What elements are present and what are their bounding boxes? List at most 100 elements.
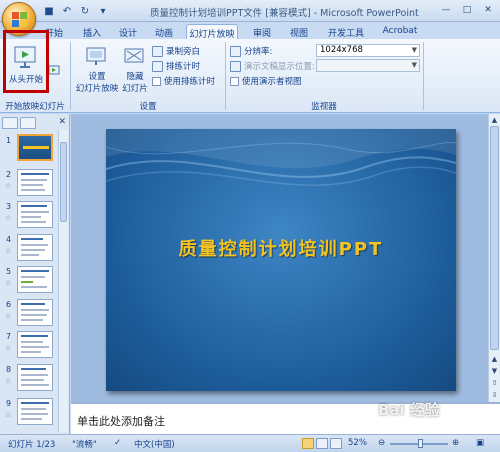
resolution-label: 分辨率: <box>244 47 273 57</box>
transition-icon: ☆ <box>5 344 12 352</box>
tab-acrobat[interactable]: Acrobat <box>380 24 420 39</box>
editor-scrollbar[interactable]: ▲ ▲ ▼ ⇧ ⇩ <box>488 114 500 402</box>
quick-access-toolbar: ■ ↶ ↻ ▾ <box>42 4 110 18</box>
window-title: 质量控制计划培训PPT文件 [兼容模式] - Microsoft PowerPo… <box>150 8 419 19</box>
thumb-number: 1 <box>6 136 12 145</box>
thumb-number: 6 <box>6 300 12 309</box>
tab-design[interactable]: 设计 <box>116 24 140 39</box>
scrollbar-thumb[interactable] <box>60 142 67 222</box>
notes-placeholder: 单击此处添加备注 <box>77 415 165 428</box>
slide-thumbnail[interactable] <box>17 398 53 425</box>
panel-tabs: ✕ <box>2 117 68 129</box>
presenter-view-check[interactable] <box>230 76 239 86</box>
zoom-level[interactable]: 52% <box>348 438 367 448</box>
resolution-row: 分辨率: <box>230 45 272 57</box>
ribbon-tabs: 开始 插入 设计 动画 幻灯片放映 审阅 视图 开发工具 Acrobat <box>0 22 500 40</box>
slide-thumbnail[interactable] <box>17 234 53 261</box>
outline-tab[interactable] <box>20 117 36 129</box>
slide-sorter-button[interactable] <box>316 438 328 449</box>
next-slide-icon[interactable]: ⇩ <box>490 390 499 400</box>
monitor-icon <box>230 45 241 57</box>
title-bar: ■ ↶ ↻ ▾ 质量控制计划培训PPT文件 [兼容模式] - Microsoft… <box>0 0 500 22</box>
tab-insert[interactable]: 插入 <box>80 24 104 39</box>
setup-slideshow-icon <box>86 47 106 65</box>
use-timings-checkbox[interactable]: 使用排练计时 <box>152 75 215 87</box>
transition-icon: ☆ <box>5 214 12 222</box>
thumb-number: 8 <box>6 365 12 374</box>
tab-slideshow[interactable]: 幻灯片放映 <box>186 24 238 40</box>
thumb-number: 3 <box>6 202 12 211</box>
undo-icon[interactable]: ↶ <box>60 4 74 18</box>
scroll-up-icon[interactable]: ▲ <box>490 115 499 125</box>
thumb-number: 9 <box>6 399 12 408</box>
hide-slide-button[interactable]: 隐藏 幻灯片 <box>120 47 150 95</box>
group-label-monitors: 监视器 <box>311 102 337 112</box>
save-icon[interactable]: ■ <box>42 4 56 18</box>
record-narration-label: 录制旁白 <box>166 47 201 57</box>
from-current-icon[interactable] <box>48 65 60 77</box>
normal-view-button[interactable] <box>302 438 314 449</box>
transition-icon: ☆ <box>5 247 12 255</box>
slideshow-view-button[interactable] <box>330 438 342 449</box>
current-slide[interactable]: 质量控制计划培训PPT <box>106 129 456 391</box>
use-timings-check[interactable] <box>152 76 161 86</box>
resolution-select[interactable]: 1024x768 ▼ <box>316 44 420 57</box>
group-label-setup: 设置 <box>139 102 157 112</box>
status-bar: 幻灯片 1/23 "流畅" ✓ 中文(中国) 52% ⊖ ⊕ ▣ <box>0 434 500 452</box>
language-status[interactable]: 中文(中国) <box>134 438 175 450</box>
slide-thumbnail[interactable] <box>17 331 53 358</box>
slide-title[interactable]: 质量控制计划培训PPT <box>106 235 456 261</box>
thumb-number: 2 <box>6 170 12 179</box>
thumb-number: 4 <box>6 235 12 244</box>
tab-view[interactable]: 视图 <box>287 24 311 39</box>
minimize-button[interactable]: — <box>436 2 456 17</box>
tab-developer[interactable]: 开发工具 <box>326 24 366 39</box>
setup-label-2: 幻灯片放映 <box>75 84 119 94</box>
fit-window-icon[interactable]: ▣ <box>476 438 484 448</box>
slide-counter: 幻灯片 1/23 <box>8 440 56 450</box>
tab-review[interactable]: 审阅 <box>250 24 274 39</box>
slide-thumbnail[interactable] <box>17 266 53 293</box>
close-icon[interactable]: ✕ <box>58 117 66 127</box>
ribbon: 从头开始 开始放映幻灯片 设置 幻灯片放映 隐藏 幻灯片 录制旁白 排练计时 使… <box>0 39 500 113</box>
group-divider <box>423 42 424 110</box>
hide-label-2: 幻灯片 <box>122 84 148 94</box>
zoom-in-icon[interactable]: ⊕ <box>452 438 459 448</box>
maximize-button[interactable]: □ <box>457 2 477 17</box>
setup-label-1: 设置 <box>88 72 106 82</box>
thumbnails-scrollbar[interactable] <box>58 130 68 432</box>
slide-thumbnail[interactable] <box>17 201 53 228</box>
slides-tab[interactable] <box>2 117 18 129</box>
slide-thumbnail[interactable] <box>17 169 53 196</box>
slide-thumbnails-panel: ✕ 1 2 ☆ 3 ☆ 4 ☆ 5 ☆ 6 ☆ 7 ☆ 8 ☆ 9 ☆ <box>0 114 70 434</box>
previous-slide-icon[interactable]: ⇧ <box>490 378 499 388</box>
transition-icon: ☆ <box>5 182 12 190</box>
slide-thumbnail[interactable] <box>17 364 53 391</box>
spellcheck-icon[interactable]: ✓ <box>114 438 121 448</box>
zoom-out-icon[interactable]: ⊖ <box>378 438 385 448</box>
chevron-down-icon: ▼ <box>411 61 417 69</box>
hide-slide-icon <box>124 48 144 63</box>
scroll-down-icon[interactable]: ▼ <box>490 366 499 376</box>
setup-slideshow-button[interactable]: 设置 幻灯片放映 <box>74 47 120 95</box>
window-controls: — □ ✕ <box>436 2 498 17</box>
presenter-view-checkbox[interactable]: 使用演示者视图 <box>230 75 302 87</box>
record-narration-button[interactable]: 录制旁白 <box>152 45 200 57</box>
office-logo-icon <box>12 12 28 28</box>
hide-label-1: 隐藏 <box>126 72 144 82</box>
slide-thumbnail[interactable] <box>17 299 53 326</box>
rehearse-timings-button[interactable]: 排练计时 <box>152 60 200 72</box>
show-on-select[interactable]: ▼ <box>316 59 420 72</box>
scroll-up-icon[interactable]: ▲ <box>490 354 499 364</box>
redo-icon[interactable]: ↻ <box>78 4 92 18</box>
tab-animation[interactable]: 动画 <box>152 24 176 39</box>
slide-thumbnail[interactable] <box>17 134 53 161</box>
group-label-start: 开始放映幻灯片 <box>5 102 65 112</box>
zoom-slider-handle[interactable] <box>418 439 423 448</box>
show-on-row: 演示文稿显示位置: <box>230 60 315 72</box>
clock-icon <box>152 60 163 72</box>
scrollbar-thumb[interactable] <box>490 126 499 350</box>
display-icon <box>230 60 241 72</box>
dropdown-icon[interactable]: ▾ <box>96 4 110 18</box>
close-button[interactable]: ✕ <box>478 2 498 17</box>
